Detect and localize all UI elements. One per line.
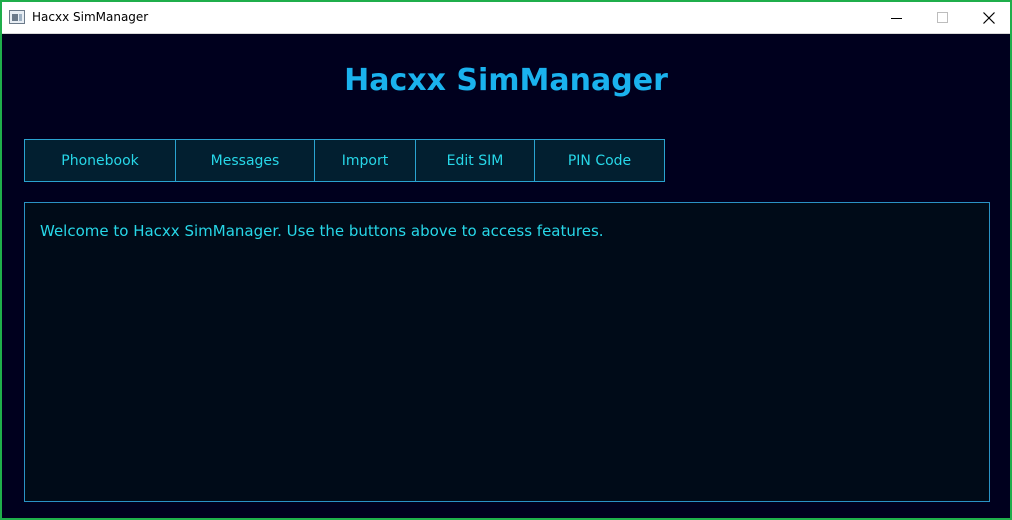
app-heading: Hacxx SimManager [344, 63, 668, 98]
content-panel[interactable]: Welcome to Hacxx SimManager. Use the but… [24, 202, 990, 502]
phonebook-button[interactable]: Phonebook [24, 139, 176, 182]
maximize-button[interactable] [920, 2, 966, 33]
app-icon [9, 10, 25, 24]
window-title: Hacxx SimManager [32, 10, 149, 24]
welcome-message: Welcome to Hacxx SimManager. Use the but… [40, 222, 604, 240]
title-bar[interactable]: Hacxx SimManager [2, 2, 1010, 34]
app-window: Hacxx SimManager Hacxx SimManager Phoneb… [0, 0, 1012, 520]
messages-button[interactable]: Messages [175, 139, 315, 182]
toolbar: Phonebook Messages Import Edit SIM PIN C… [24, 139, 665, 182]
close-icon [983, 12, 995, 24]
maximize-icon [937, 12, 948, 23]
minimize-button[interactable] [874, 2, 920, 33]
import-button[interactable]: Import [314, 139, 416, 182]
edit-sim-button[interactable]: Edit SIM [415, 139, 535, 182]
close-button[interactable] [966, 2, 1012, 33]
pin-code-button[interactable]: PIN Code [534, 139, 665, 182]
minimize-icon [891, 18, 902, 19]
